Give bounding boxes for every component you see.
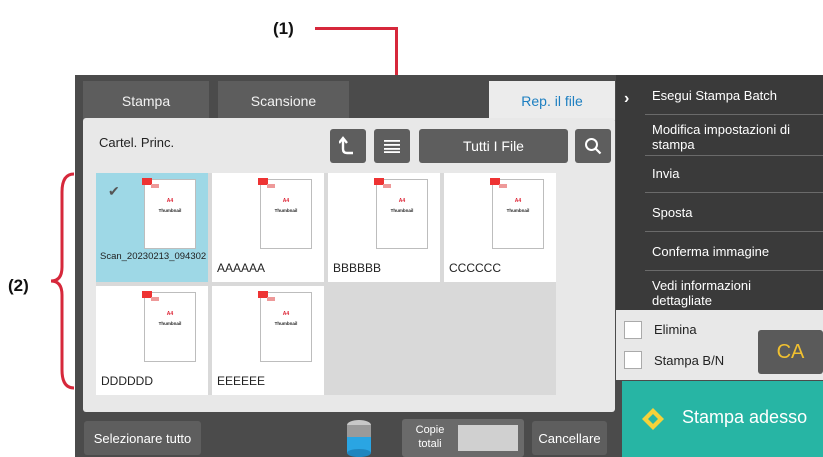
up-folder-button[interactable] bbox=[330, 129, 366, 163]
toner-cartridge-icon bbox=[347, 420, 371, 457]
document-thumbnail: A4 Thumbnail bbox=[374, 178, 428, 249]
menu-divider bbox=[645, 155, 823, 156]
file-name: Scan_20230213_094302 bbox=[100, 251, 207, 262]
delete-checkbox[interactable] bbox=[624, 321, 642, 339]
ca-button[interactable]: CA bbox=[758, 330, 823, 374]
callout-1-line-h bbox=[315, 27, 398, 30]
file-tile[interactable]: A4 Thumbnail AAAAAA bbox=[212, 173, 324, 282]
start-diamond-icon bbox=[642, 408, 664, 430]
callout-2-brace bbox=[50, 172, 75, 390]
delete-label: Elimina bbox=[654, 322, 697, 337]
menu-item-batch-print[interactable]: Esegui Stampa Batch bbox=[652, 88, 817, 103]
document-thumbnail: A4 Thumbnail bbox=[142, 291, 196, 362]
list-view-icon bbox=[384, 140, 400, 153]
copies-label: Copie totali bbox=[415, 424, 445, 450]
document-thumbnail: A4 Thumbnail bbox=[490, 178, 544, 249]
menu-item-details[interactable]: Vedi informazioni dettagliate bbox=[652, 278, 782, 308]
return-arrow-icon bbox=[339, 136, 353, 155]
callout-2-label: (2) bbox=[8, 276, 29, 295]
tab-print[interactable]: Stampa bbox=[83, 81, 209, 120]
callout-1-label: (1) bbox=[273, 19, 294, 38]
menu-item-confirm-image[interactable]: Conferma immagine bbox=[652, 244, 817, 259]
list-view-button[interactable] bbox=[374, 129, 410, 163]
copies-value-box bbox=[458, 425, 518, 451]
file-grid: ✔ A4 Thumbnail Scan_20230213_094302 A4 Thu… bbox=[96, 173, 556, 395]
file-tile[interactable]: A4 Thumbnail CCCCCC bbox=[444, 173, 556, 282]
print-now-label: Stampa adesso bbox=[682, 407, 808, 427]
menu-item-move[interactable]: Sposta bbox=[652, 205, 817, 220]
document-thumbnail: A4 Thumbnail bbox=[258, 178, 312, 249]
bw-print-checkbox[interactable] bbox=[624, 351, 642, 369]
menu-divider bbox=[645, 270, 823, 271]
tab-scan[interactable]: Scansione bbox=[218, 81, 349, 120]
file-name: AAAAAA bbox=[217, 261, 266, 275]
print-now-button[interactable]: Stampa adesso bbox=[622, 381, 823, 457]
menu-divider bbox=[645, 192, 823, 193]
file-tile[interactable]: A4 Thumbnail BBBBBB bbox=[328, 173, 440, 282]
document-thumbnail: A4 Thumbnail bbox=[258, 291, 312, 362]
bw-print-label: Stampa B/N bbox=[654, 353, 725, 368]
cancel-button[interactable]: Cancellare bbox=[532, 421, 607, 455]
tab-file-folder[interactable]: Rep. il file bbox=[489, 81, 615, 120]
menu-item-send[interactable]: Invia bbox=[652, 166, 817, 181]
file-filter-dropdown[interactable]: Tutti I File bbox=[419, 129, 568, 163]
file-name: CCCCCC bbox=[449, 261, 501, 275]
file-tile[interactable]: A4 Thumbnail EEEEEE bbox=[212, 286, 324, 395]
search-icon bbox=[585, 138, 602, 155]
file-tile[interactable]: A4 Thumbnail DDDDDD bbox=[96, 286, 208, 395]
file-name: DDDDDD bbox=[101, 374, 153, 388]
file-name: BBBBBB bbox=[333, 261, 382, 275]
file-name: EEEEEE bbox=[217, 374, 266, 388]
document-thumbnail: A4 Thumbnail bbox=[142, 178, 196, 249]
breadcrumb: Cartel. Princ. bbox=[99, 135, 175, 150]
select-all-button[interactable]: Selezionare tutto bbox=[84, 421, 201, 455]
file-tile[interactable]: ✔ A4 Thumbnail Scan_20230213_094302 bbox=[96, 173, 208, 282]
menu-divider bbox=[645, 231, 823, 232]
menu-item-edit-print-settings[interactable]: Modifica impostazioni di stampa bbox=[652, 122, 792, 152]
menu-collapse-icon[interactable]: › bbox=[624, 90, 629, 108]
total-copies-field[interactable]: Copie totali bbox=[402, 419, 524, 457]
search-button[interactable] bbox=[575, 129, 611, 163]
menu-divider bbox=[645, 114, 823, 115]
check-icon: ✔ bbox=[108, 183, 120, 199]
